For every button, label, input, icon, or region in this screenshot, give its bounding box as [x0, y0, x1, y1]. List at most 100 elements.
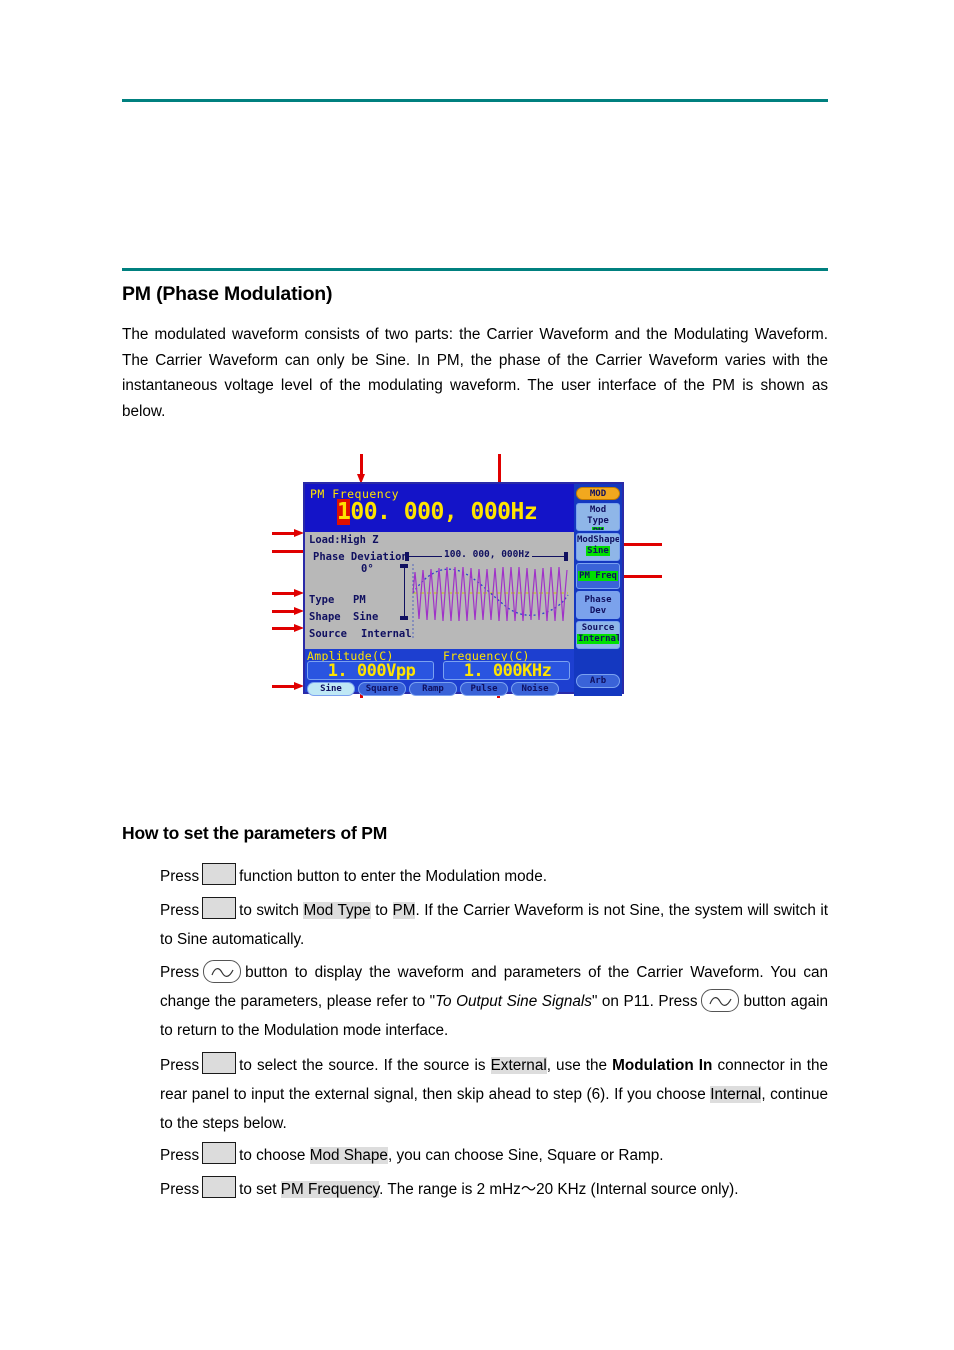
frequency-field[interactable]: Frequency(C) 1. 000KHz: [441, 649, 575, 681]
highlight-mod-shape: Mod Shape: [309, 1147, 388, 1164]
annotation-arrow-waveform-tabs: [272, 682, 304, 691]
screen-info-area: Load:High Z Phase Deviation 0° Type PM S…: [305, 532, 578, 649]
annotation-arrow-load: [272, 529, 304, 538]
frequency-box[interactable]: 1. 000KHz: [443, 661, 570, 681]
step-4: Press to select the source. If the source…: [160, 1051, 828, 1138]
step6-text-c: . The range is 2 mHz～20 KHz (Internal so…: [379, 1181, 739, 1198]
menu-mod-type-label: Mod Type: [587, 505, 609, 526]
amplitude-box[interactable]: 1. 000Vpp: [307, 661, 434, 681]
header-rule-second: [122, 268, 828, 271]
annotation-arrow-top-left: [357, 454, 366, 484]
bold-modulation-in: Modulation In: [612, 1057, 713, 1074]
scale-line: [403, 564, 405, 620]
step-5: Press to choose Mod Shape, you can choose…: [160, 1141, 828, 1170]
waveform-svg: [412, 564, 569, 638]
tab-ramp[interactable]: Ramp: [409, 682, 457, 696]
amplitude-field[interactable]: Amplitude(C) 1. 000Vpp: [305, 649, 439, 681]
frequency-value: 1. 000KHz: [463, 661, 552, 681]
waveform-tab-bar: Sine Square Ramp Pulse Noise: [305, 682, 578, 696]
menu-mod-title: MOD: [576, 487, 620, 500]
menu-item-source[interactable]: Source Internal: [576, 621, 620, 649]
f-button-icon-modshape[interactable]: [202, 1142, 237, 1164]
shape-label: Shape: [309, 611, 341, 623]
menu-source-label: Source: [581, 623, 615, 633]
screen-header-area: PM Frequency 100. 000, 000Hz: [305, 484, 578, 532]
device-screen-figure: PM Frequency 100. 000, 000Hz Load:High Z…: [272, 448, 662, 698]
shape-value: Sine: [353, 611, 379, 623]
source-label: Source: [309, 628, 347, 640]
annotation-arrow-type: [272, 589, 304, 598]
step3-text-a: Press: [160, 964, 200, 981]
step1-text-a: Press: [160, 868, 200, 885]
ruler-cap-left: [405, 552, 409, 561]
step-6: Press to set PM Frequency. The range is 2…: [160, 1175, 828, 1204]
step3-italic-ref: To Output Sine Signals: [435, 993, 592, 1010]
highlight-pm: PM: [392, 902, 416, 919]
menu-phase-dev-line2: Dev: [589, 606, 607, 616]
device-screen: PM Frequency 100. 000, 000Hz Load:High Z…: [303, 482, 624, 696]
ruler-cap-right: [564, 552, 568, 561]
step5-text-b: to choose: [239, 1147, 306, 1164]
menu-source-value: Internal: [577, 634, 619, 645]
carrier-frequency-ruler: 100. 000, 000Hz: [405, 549, 568, 562]
scale-cap-top: [400, 564, 408, 568]
f-button-icon-modtype[interactable]: [202, 897, 237, 919]
value-cursor-digit: 1: [337, 499, 351, 525]
menu-item-phase-dev[interactable]: Phase Dev: [576, 591, 620, 619]
scale-cap-bottom: [400, 616, 408, 620]
load-impedance-label: Load:High Z: [309, 534, 379, 546]
f-button-icon-source[interactable]: [202, 1052, 237, 1074]
phase-deviation-label: Phase Deviation: [313, 551, 408, 563]
tab-square[interactable]: Square: [358, 682, 406, 696]
highlight-pm-frequency: PM Frequency: [280, 1181, 380, 1198]
amplitude-scale-marker: [400, 564, 408, 620]
annotation-arrow-source: [272, 624, 304, 633]
highlight-internal: Internal: [710, 1086, 762, 1103]
annotation-arrow-shape: [272, 607, 304, 616]
menu-mod-shape-value: Sine: [586, 546, 610, 556]
section-heading-howto: How to set the parameters of PM: [122, 823, 388, 843]
step6-text-b: to set: [239, 1181, 277, 1198]
highlight-mod-type: Mod Type: [303, 902, 371, 919]
tab-sine[interactable]: Sine: [307, 682, 355, 696]
intro-paragraph: The modulated waveform consists of two p…: [122, 326, 828, 420]
menu-phase-dev-line1: Phase: [584, 595, 612, 605]
step-2: Press to switch Mod Type to PM. If the Ca…: [160, 896, 828, 954]
menu-item-arb[interactable]: Arb: [576, 674, 620, 688]
step3-text-c: " on P11. Press: [591, 993, 698, 1010]
step2-text-c: to: [375, 902, 388, 919]
f-button-icon-pmfreq[interactable]: [202, 1176, 237, 1198]
step4-text-c: , use the: [546, 1057, 608, 1074]
menu-item-mod-shape[interactable]: ModShape Sine: [576, 533, 620, 561]
step5-text-c: , you can choose Sine, Square or Ramp.: [387, 1147, 664, 1164]
menu-pm-freq-label: PM Freq: [578, 571, 618, 581]
step-3: Press button to display the waveform and …: [160, 958, 828, 1045]
highlight-external: External: [490, 1057, 547, 1074]
tab-noise[interactable]: Noise: [511, 682, 559, 696]
tab-pulse[interactable]: Pulse: [460, 682, 508, 696]
step-1: Press function button to enter the Modula…: [160, 862, 828, 891]
amplitude-value: 1. 000Vpp: [327, 661, 416, 681]
step6-text-a: Press: [160, 1181, 200, 1198]
menu-item-mod-type[interactable]: Mod Type PM: [576, 503, 620, 531]
header-parameter-value: 100. 000, 000Hz: [337, 499, 538, 525]
sine-wave-button-icon-1[interactable]: [203, 960, 242, 983]
waveform-plot: [400, 562, 570, 642]
step2-text-a: Press: [160, 902, 200, 919]
carrier-frequency-value: 100. 000, 000Hz: [442, 549, 532, 560]
sine-wave-button-icon-2[interactable]: [701, 989, 740, 1012]
mod-button-icon[interactable]: [202, 863, 237, 885]
menu-mod-shape-label: ModShape: [577, 535, 620, 545]
value-remainder: 00. 000, 000Hz: [350, 499, 538, 525]
phase-deviation-value: 0°: [361, 563, 374, 575]
step4-text-a: Press: [160, 1057, 200, 1074]
step1-text-b: function button to enter the Modulation …: [239, 868, 547, 885]
menu-item-pm-freq[interactable]: PM Freq: [576, 563, 620, 589]
screen-side-menu: MOD Mod Type PM ModShape Sine PM Freq Ph…: [574, 484, 622, 696]
type-label: Type: [309, 594, 335, 606]
screen-value-area: Amplitude(C) 1. 000Vpp Frequency(C) 1. 0…: [305, 649, 578, 696]
document-page: PM (Phase Modulation) The modulated wave…: [0, 0, 954, 1350]
header-rule-top: [122, 99, 828, 102]
menu-mod-type-value: PM: [577, 527, 619, 530]
type-value: PM: [353, 594, 366, 606]
